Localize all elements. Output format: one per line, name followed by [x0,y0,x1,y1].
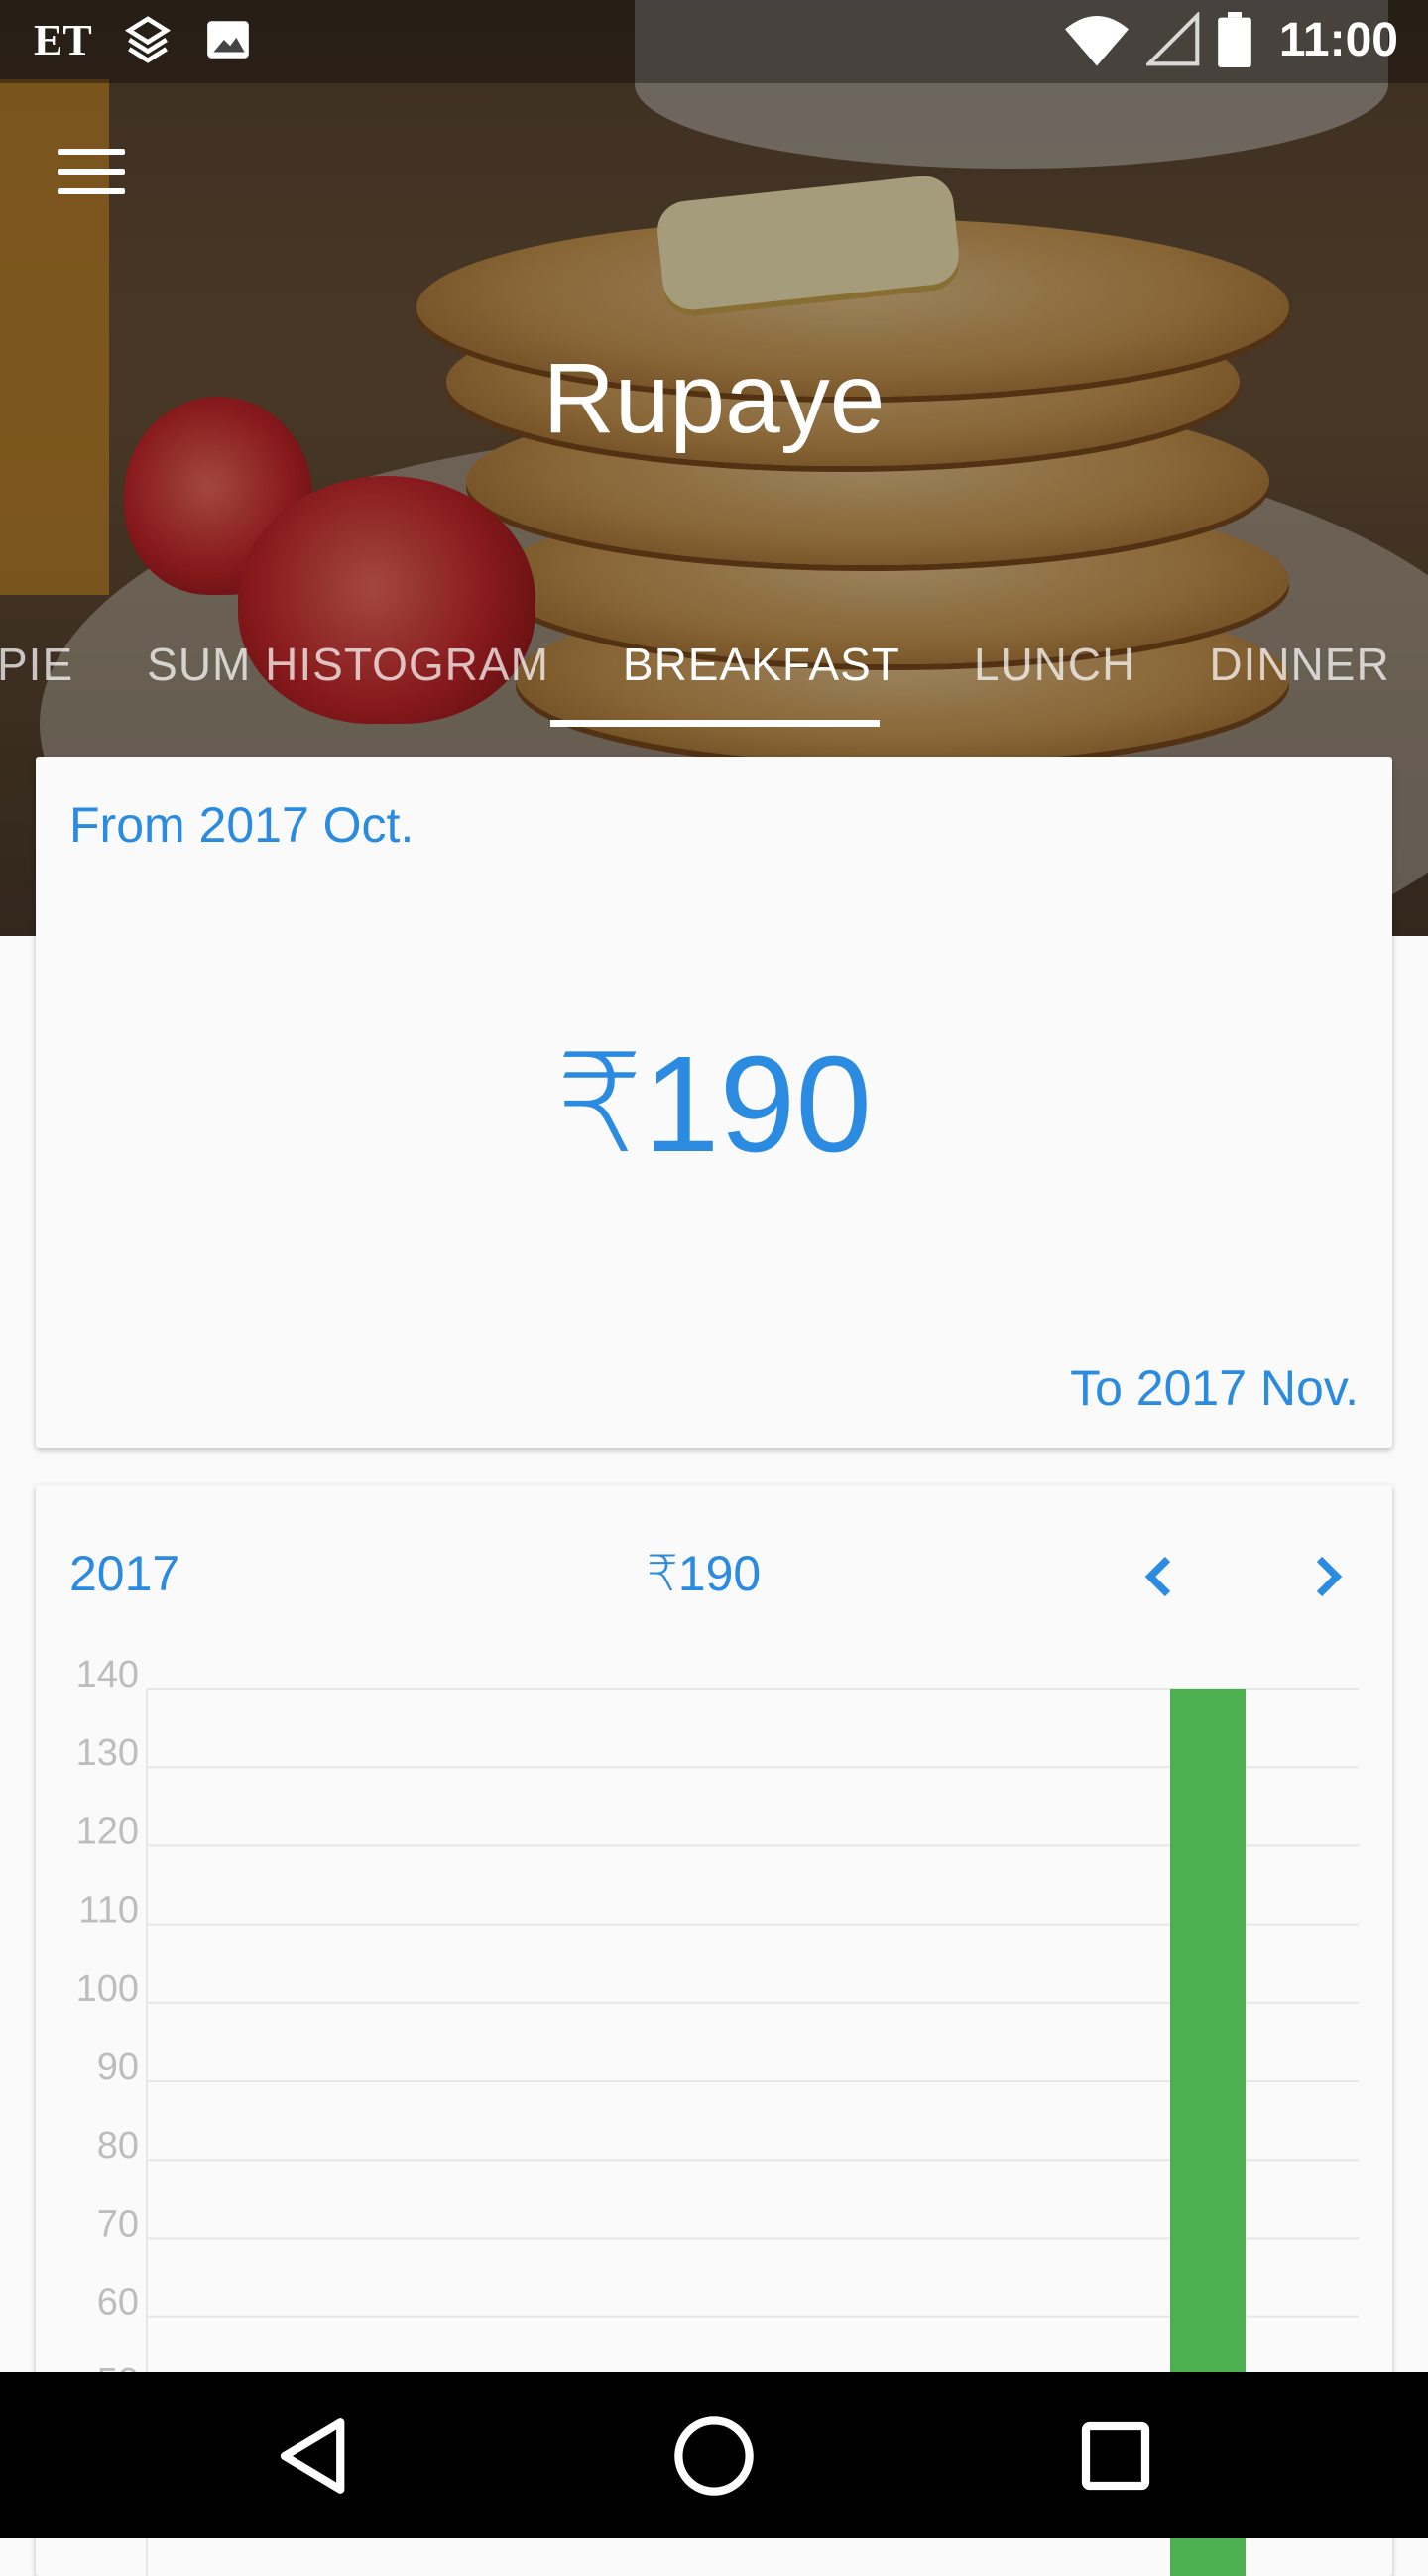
summary-card: From 2017 Oct. ₹190 To 2017 Nov. [36,757,1392,1448]
active-tab-indicator [550,720,880,727]
to-date-label: To 2017 Nov. [1070,1360,1359,1416]
back-triangle-icon[interactable] [270,2411,359,2501]
tab-breakfast[interactable]: BREAKFAST [586,638,937,691]
chevron-right-icon[interactable] [1297,1547,1357,1606]
y-tick-label: 70 [97,2203,139,2245]
app-title: Rupaye [542,343,886,454]
home-circle-icon[interactable] [669,2411,759,2501]
image-icon [206,21,249,59]
battery-icon [1218,12,1251,67]
y-tick-label: 60 [97,2283,139,2324]
et-logo-icon: ET [34,15,92,64]
hamburger-menu-icon[interactable] [58,149,137,208]
from-date-label: From 2017 Oct. [69,797,415,853]
system-nav-bar [0,2372,1428,2538]
chevron-left-icon[interactable] [1130,1547,1190,1606]
layers-icon [124,16,171,63]
chart-total: ₹190 [647,1546,762,1601]
status-bar: ET 11:00 [0,0,1428,83]
y-tick-label: 110 [78,1890,139,1932]
tab-dinner[interactable]: DINNER [1172,638,1426,691]
clock: 11:00 [1278,13,1398,66]
tab-bar: PIE SUM HISTOGRAM BREAKFAST LUNCH DINNER… [0,605,1428,724]
tab-pie[interactable]: PIE [0,638,110,691]
total-amount: ₹190 [555,1028,873,1181]
y-tick-label: 130 [76,1732,139,1774]
y-tick-label: 120 [76,1811,139,1852]
y-tick-label: 80 [97,2125,139,2166]
y-tick-label: 100 [76,1968,139,2010]
y-tick-label: 90 [97,2047,139,2088]
y-tick-label: 140 [76,1654,139,1696]
recents-square-icon[interactable] [1071,2411,1160,2501]
tab-lunch[interactable]: LUNCH [937,638,1172,691]
tab-sum-histogram[interactable]: SUM HISTOGRAM [110,638,586,691]
chart-year: 2017 [69,1546,180,1601]
wifi-icon [1064,16,1129,66]
signal-icon [1145,12,1200,66]
